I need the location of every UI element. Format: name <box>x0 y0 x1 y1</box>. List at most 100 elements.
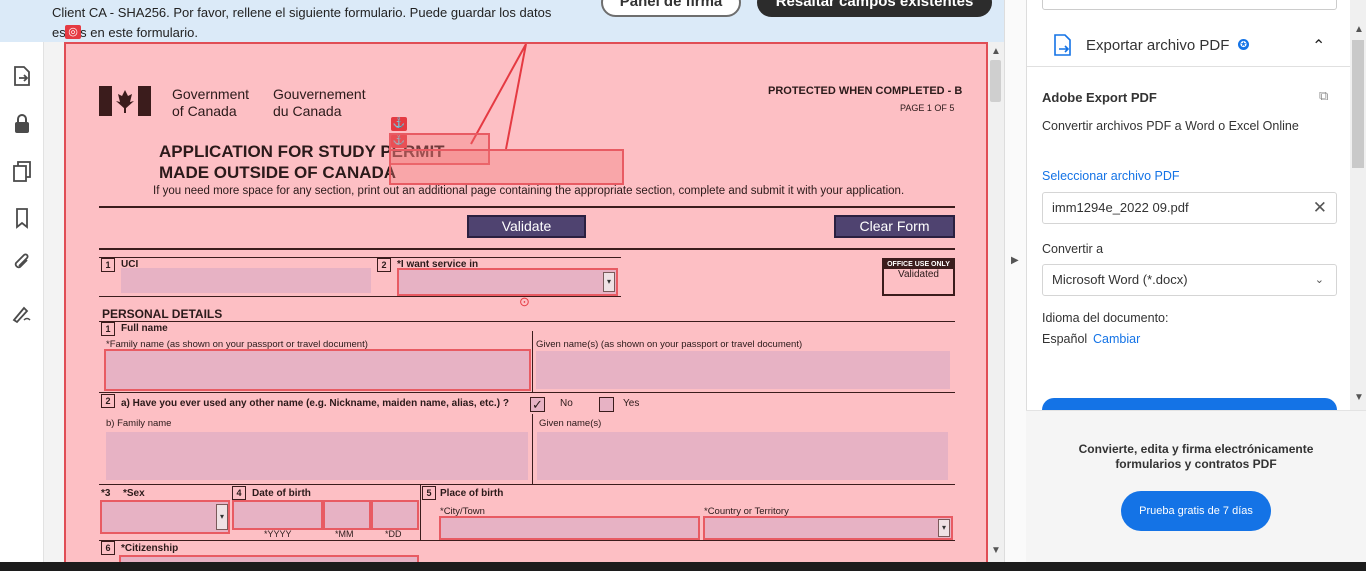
uci-number: 1 <box>101 258 115 272</box>
rule <box>99 296 621 297</box>
change-language-link[interactable]: Cambiar <box>1093 332 1140 346</box>
office-validated-label: Validated <box>898 269 939 280</box>
dob-month-input[interactable] <box>323 500 371 530</box>
panel-toggle[interactable]: ▶ <box>1004 0 1026 562</box>
no-label: No <box>560 398 573 409</box>
format-select[interactable]: Microsoft Word (*.docx) ⌄ <box>1042 264 1337 296</box>
rule <box>99 540 955 541</box>
rule <box>532 414 533 484</box>
chevron-up-icon[interactable]: ▲ <box>991 46 1001 57</box>
document-scroll-thumb[interactable] <box>990 60 1001 102</box>
select-file-link[interactable]: Seleccionar archivo PDF <box>1042 169 1180 183</box>
export-pdf-icon[interactable] <box>10 64 34 88</box>
pob-label: Place of birth <box>440 488 504 499</box>
highlight-fields-button[interactable]: Resaltar campos existentes <box>757 0 992 17</box>
protected-label: PROTECTED WHEN COMPLETED - B <box>768 85 963 97</box>
service-select[interactable] <box>397 268 618 296</box>
other-family-input[interactable] <box>106 432 528 480</box>
notice-line-2: es tos en este formulario. <box>52 25 198 40</box>
uci-input[interactable] <box>121 268 371 293</box>
file-name-value: imm1294e_2022 09.pdf <box>1052 200 1189 215</box>
divider <box>99 248 955 250</box>
dob-year-input[interactable] <box>232 500 323 530</box>
signature-panel-button[interactable]: Panel de firma <box>601 0 741 17</box>
annotation-box[interactable] <box>389 149 624 185</box>
clear-icon[interactable]: ✕ <box>1313 193 1327 223</box>
document-scrollbar[interactable]: ▲ ▼ <box>988 42 1004 562</box>
dropdown-arrow-icon[interactable]: ▾ <box>603 272 615 292</box>
copy-icon[interactable]: ⧉ <box>1319 88 1328 104</box>
yes-checkbox[interactable] <box>599 397 614 412</box>
info-badge-icon: ✪ <box>1238 39 1249 50</box>
office-use-label: OFFICE USE ONLY <box>884 260 953 269</box>
target-icon[interactable]: ◎ <box>65 25 81 39</box>
target-icon[interactable]: ⊙ <box>519 295 533 309</box>
rule <box>99 392 955 393</box>
chevron-up-icon[interactable]: ⌃ <box>1312 36 1325 56</box>
city-input[interactable] <box>439 516 700 540</box>
panel-scroll-thumb[interactable] <box>1352 40 1364 168</box>
family-name-input[interactable] <box>104 349 531 391</box>
taskbar <box>0 562 1366 571</box>
dob-day-input[interactable] <box>371 500 419 530</box>
rule <box>99 257 621 258</box>
adobe-export-heading: Adobe Export PDF <box>1042 90 1157 105</box>
other-given-input[interactable] <box>537 432 948 480</box>
format-value: Microsoft Word (*.docx) <box>1052 272 1188 287</box>
validate-button[interactable]: Validate <box>467 215 586 238</box>
expand-right-icon[interactable]: ▶ <box>1011 255 1019 266</box>
pob-number: 5 <box>422 486 436 500</box>
other-name-question: a) Have you ever used any other name (e.… <box>121 398 509 409</box>
export-title: Exportar archivo PDF <box>1086 37 1230 54</box>
clear-form-button[interactable]: Clear Form <box>834 215 955 238</box>
chevron-down-icon[interactable]: ⌄ <box>1315 265 1324 295</box>
mm-label: *MM <box>335 529 354 539</box>
dropdown-arrow-icon[interactable]: ▾ <box>938 519 950 537</box>
yes-label: Yes <box>623 398 640 409</box>
full-name-label: Full name <box>121 323 168 334</box>
sign-icon[interactable] <box>10 300 34 324</box>
search-field[interactable] <box>1042 0 1337 10</box>
gov-en-1: Government <box>172 86 250 102</box>
bookmark-icon[interactable] <box>10 206 34 230</box>
sex-select[interactable] <box>100 500 230 534</box>
copy-pages-icon[interactable] <box>10 159 34 183</box>
promo-line-1: Convierte, edita y firma electrónicament… <box>1078 442 1314 456</box>
sex-number: *3 <box>101 488 111 499</box>
chevron-down-icon[interactable]: ▼ <box>991 545 1001 556</box>
dob-number: 4 <box>232 486 246 500</box>
convert-description: Convertir archivos PDF a Word o Excel On… <box>1042 119 1299 133</box>
rule <box>532 331 533 393</box>
given-name-input[interactable] <box>536 351 950 389</box>
office-use-box: OFFICE USE ONLY Validated <box>882 258 955 296</box>
dropdown-arrow-icon[interactable]: ▾ <box>216 504 228 530</box>
language-value: Español <box>1042 332 1088 346</box>
notice-line-1: Client CA - SHA256. Por favor, rellene e… <box>52 5 552 20</box>
promo-section: Convierte, edita y firma electrónicament… <box>1026 410 1366 562</box>
file-name-field[interactable]: imm1294e_2022 09.pdf ✕ <box>1042 192 1337 224</box>
citizenship-label: *Citizenship <box>121 543 179 554</box>
sex-label: *Sex <box>123 488 145 499</box>
rule <box>99 484 955 485</box>
dob-label: Date of birth <box>252 488 311 499</box>
gov-en: Government of Canada <box>172 86 249 120</box>
lock-icon[interactable] <box>10 112 34 136</box>
other-name-number: 2 <box>101 394 115 408</box>
dd-label: *DD <box>385 529 402 539</box>
chevron-up-icon[interactable]: ▲ <box>1354 24 1364 35</box>
gov-fr-1: Gouvernement <box>273 86 366 102</box>
canada-flag-logo <box>99 86 151 116</box>
no-checkbox[interactable]: ✓ <box>530 397 545 412</box>
chevron-down-icon[interactable]: ▼ <box>1354 392 1364 403</box>
country-select[interactable] <box>703 516 953 540</box>
anchor-icon[interactable]: ⚓ <box>391 117 407 131</box>
yyyy-label: *YYYY <box>264 529 292 539</box>
convert-to-label: Convertir a <box>1042 242 1104 256</box>
gov-fr: Gouvernement du Canada <box>273 86 366 120</box>
gov-fr-2: du Canada <box>273 103 342 119</box>
attachment-icon[interactable] <box>10 252 34 276</box>
personal-details-heading: PERSONAL DETAILS <box>102 307 223 321</box>
doc-language-label: Idioma del documento: <box>1042 311 1169 325</box>
free-trial-button[interactable]: Prueba gratis de 7 días <box>1121 491 1271 531</box>
gov-en-2: of Canada <box>172 103 237 119</box>
